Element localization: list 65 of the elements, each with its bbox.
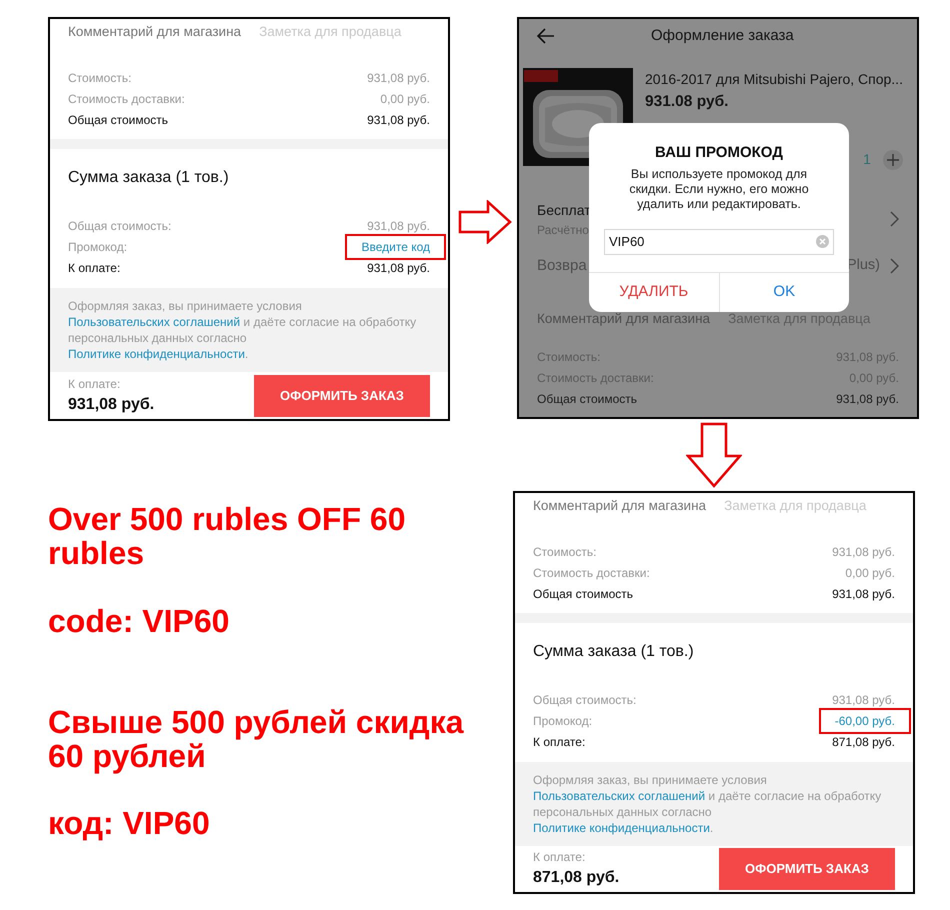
terms-text: Оформляя заказ, вы принимаете условия Пользовательских соглашений и даёте согласие на обработку персональных данных согласно Политике конфиденциальности. [533, 772, 882, 836]
cost-label: Стоимость доставки: [68, 90, 185, 108]
summary-value: 871,08 руб. [831, 734, 896, 750]
pay-total: 931,08 руб. [68, 394, 154, 414]
promo-caption: код: VIP60 [48, 806, 211, 840]
promo-caption: code: VIP60 [48, 604, 230, 638]
dialog-button[interactable]: OK [718, 273, 849, 312]
dialog-title: ВАШ ПРОМОКОД [655, 143, 783, 163]
cost-value: 931,08 руб. [832, 586, 895, 602]
summary-label: Промокод: [68, 238, 128, 256]
cost-label: Общая стоимость [68, 112, 168, 128]
cost-value: 0,00 руб. [380, 90, 430, 108]
row-title: Бесплат [537, 200, 591, 220]
pay-total: 871,08 руб. [533, 868, 620, 888]
product-price: 931.08 руб. [645, 92, 728, 112]
summary-label: Промокод: [533, 712, 592, 730]
terms-link[interactable]: Пользовательских соглашений [533, 789, 706, 803]
dialog-button[interactable]: УДАЛИТЬ [589, 273, 718, 312]
chevron-right-icon[interactable] [890, 258, 899, 274]
quantity-value: 1 [863, 150, 871, 170]
cost-value: 931,08 руб. [367, 112, 430, 128]
row-title: Возвра [537, 256, 587, 276]
promo-code-link[interactable]: -60,00 руб. [820, 710, 909, 732]
cost-label: Стоимость доставки: [533, 564, 650, 582]
cost-label: Стоимость: [533, 544, 596, 560]
clear-icon[interactable] [816, 235, 829, 248]
promo-code-link[interactable]: Введите код [347, 236, 444, 258]
summary-value: 931,08 руб. [831, 692, 896, 708]
comment-label: Комментарий для магазина [537, 310, 710, 328]
summary-label: Общая стоимость: [533, 692, 636, 708]
terms-link[interactable]: Пользовательских соглашений [68, 315, 240, 329]
cost-value: 931,08 руб. [832, 544, 895, 560]
chevron-right-icon[interactable] [890, 211, 899, 228]
cost-value: 931,08 руб. [836, 390, 899, 408]
summary-label: К оплате: [533, 734, 586, 750]
screen-title: Оформление заказа [651, 26, 794, 46]
cost-label: Общая стоимость [537, 390, 637, 408]
product-title: 2016-2017 для Mitsubishi Pajero, Спор... [645, 70, 903, 89]
pay-label: К оплате: [533, 849, 586, 866]
dialog-message: Вы используете промокод для скидки. Если нужно, его можно удалить или редактировать. [628, 166, 810, 212]
comment-label: Комментарий для магазина [533, 497, 706, 516]
down-arrow-icon [686, 422, 742, 488]
plus-button[interactable] [882, 150, 903, 170]
pay-label: К оплате: [68, 376, 122, 392]
summary-value: 931,08 руб. [366, 218, 431, 234]
summary-label: Общая стоимость: [68, 218, 172, 234]
comment-label: Комментарий для магазина [68, 23, 242, 42]
cost-label: Стоимость: [68, 70, 132, 86]
summary-title: Сумма заказа (1 тов.) [67, 168, 230, 188]
promo-caption: Over 500 rubles OFF 60 rubles [48, 502, 406, 570]
summary-value: 931,08 руб. [366, 260, 431, 276]
summary-title: Сумма заказа (1 тов.) [532, 642, 695, 662]
checkout-button[interactable]: ОФОРМИТЬ ЗАКАЗ [254, 374, 430, 416]
cost-value: 0,00 руб. [845, 564, 895, 582]
checkout-button[interactable]: ОФОРМИТЬ ЗАКАЗ [719, 848, 895, 890]
terms-link[interactable]: Политике конфиденциальности [533, 821, 710, 835]
promo-caption: Свыше 500 рублей скидка 60 рублей [48, 705, 465, 773]
right-arrow-icon [458, 200, 512, 244]
cost-label: Общая стоимость [533, 586, 633, 602]
promo-code-field[interactable]: VIP60 [604, 228, 834, 254]
summary-label: К оплате: [68, 260, 120, 276]
back-icon[interactable] [537, 28, 555, 44]
terms-text: Оформляя заказ, вы принимаете условия Пользовательских соглашений и даёте согласие на обработку персональных данных согласно Политике конфиденциальности. [68, 298, 418, 362]
cost-value: 931,08 руб. [367, 70, 430, 86]
terms-link[interactable]: Политике конфиденциальности [68, 347, 245, 361]
